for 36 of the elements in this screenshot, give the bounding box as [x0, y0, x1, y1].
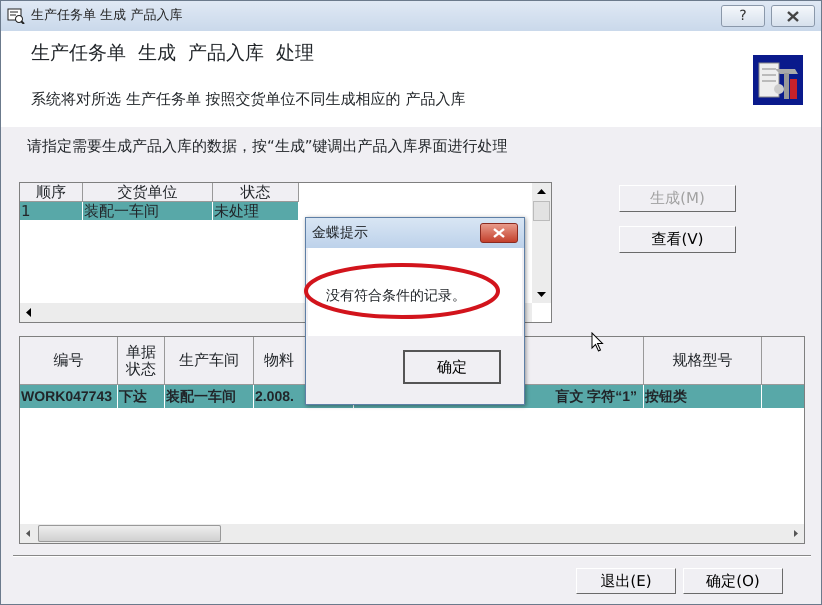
column-header: 规格型号 [644, 337, 762, 385]
action-button[interactable]: 查看(V) [619, 226, 736, 253]
column-header: 单据状态 [118, 337, 165, 385]
header-title: 生产任务单 生成 产品入库 处理 [31, 41, 316, 66]
table-cell: 装配一车间 [83, 202, 213, 220]
dialog-title: 金蝶提示 [312, 224, 368, 242]
table-cell: 盲文 字符“1” [555, 388, 637, 404]
window-icon [7, 8, 25, 24]
header-description: 系统将对所选 生产任务单 按照交货单位不同生成相应的 产品入库 [31, 88, 466, 110]
table-cell: WORK047743 [21, 388, 112, 404]
ok-button[interactable]: 确定 [403, 350, 501, 384]
column-header: 生产车间 [165, 337, 254, 385]
column-header: 顺序 [20, 183, 83, 202]
window-title: 生产任务单 生成 产品入库 [31, 7, 182, 26]
table-cell: 下达 [119, 388, 147, 404]
documents-tools-icon [753, 55, 803, 105]
scrollbar-thumb[interactable] [533, 201, 550, 221]
close-icon [493, 228, 505, 238]
help-button[interactable]: ? [721, 5, 765, 27]
dialog-message: 没有符合条件的记录。 [326, 288, 466, 304]
close-button[interactable] [771, 5, 815, 27]
table-cell: 2.008. [255, 388, 294, 404]
column-header: 交货单位 [83, 183, 213, 202]
instruction-text: 请指定需要生成产品入库的数据，按“生成”键调出产品入库界面进行处理 [26, 136, 509, 157]
table-cell: 按钮类 [645, 388, 687, 404]
footer-button[interactable]: 确定(O) [683, 568, 783, 594]
table-cell: 装配一车间 [166, 388, 236, 404]
column-header: 编号 [20, 337, 118, 385]
footer-button[interactable]: 退出(E) [576, 568, 676, 594]
table-row[interactable]: 1 装配一车间 未处理 [20, 202, 299, 220]
scrollbar-thumb[interactable] [38, 525, 221, 542]
close-icon [787, 10, 799, 22]
dialog-close-button[interactable] [480, 223, 518, 243]
table-cell: 未处理 [213, 202, 299, 220]
table-cell: 1 [20, 202, 83, 220]
column-header: 状态 [213, 183, 299, 202]
